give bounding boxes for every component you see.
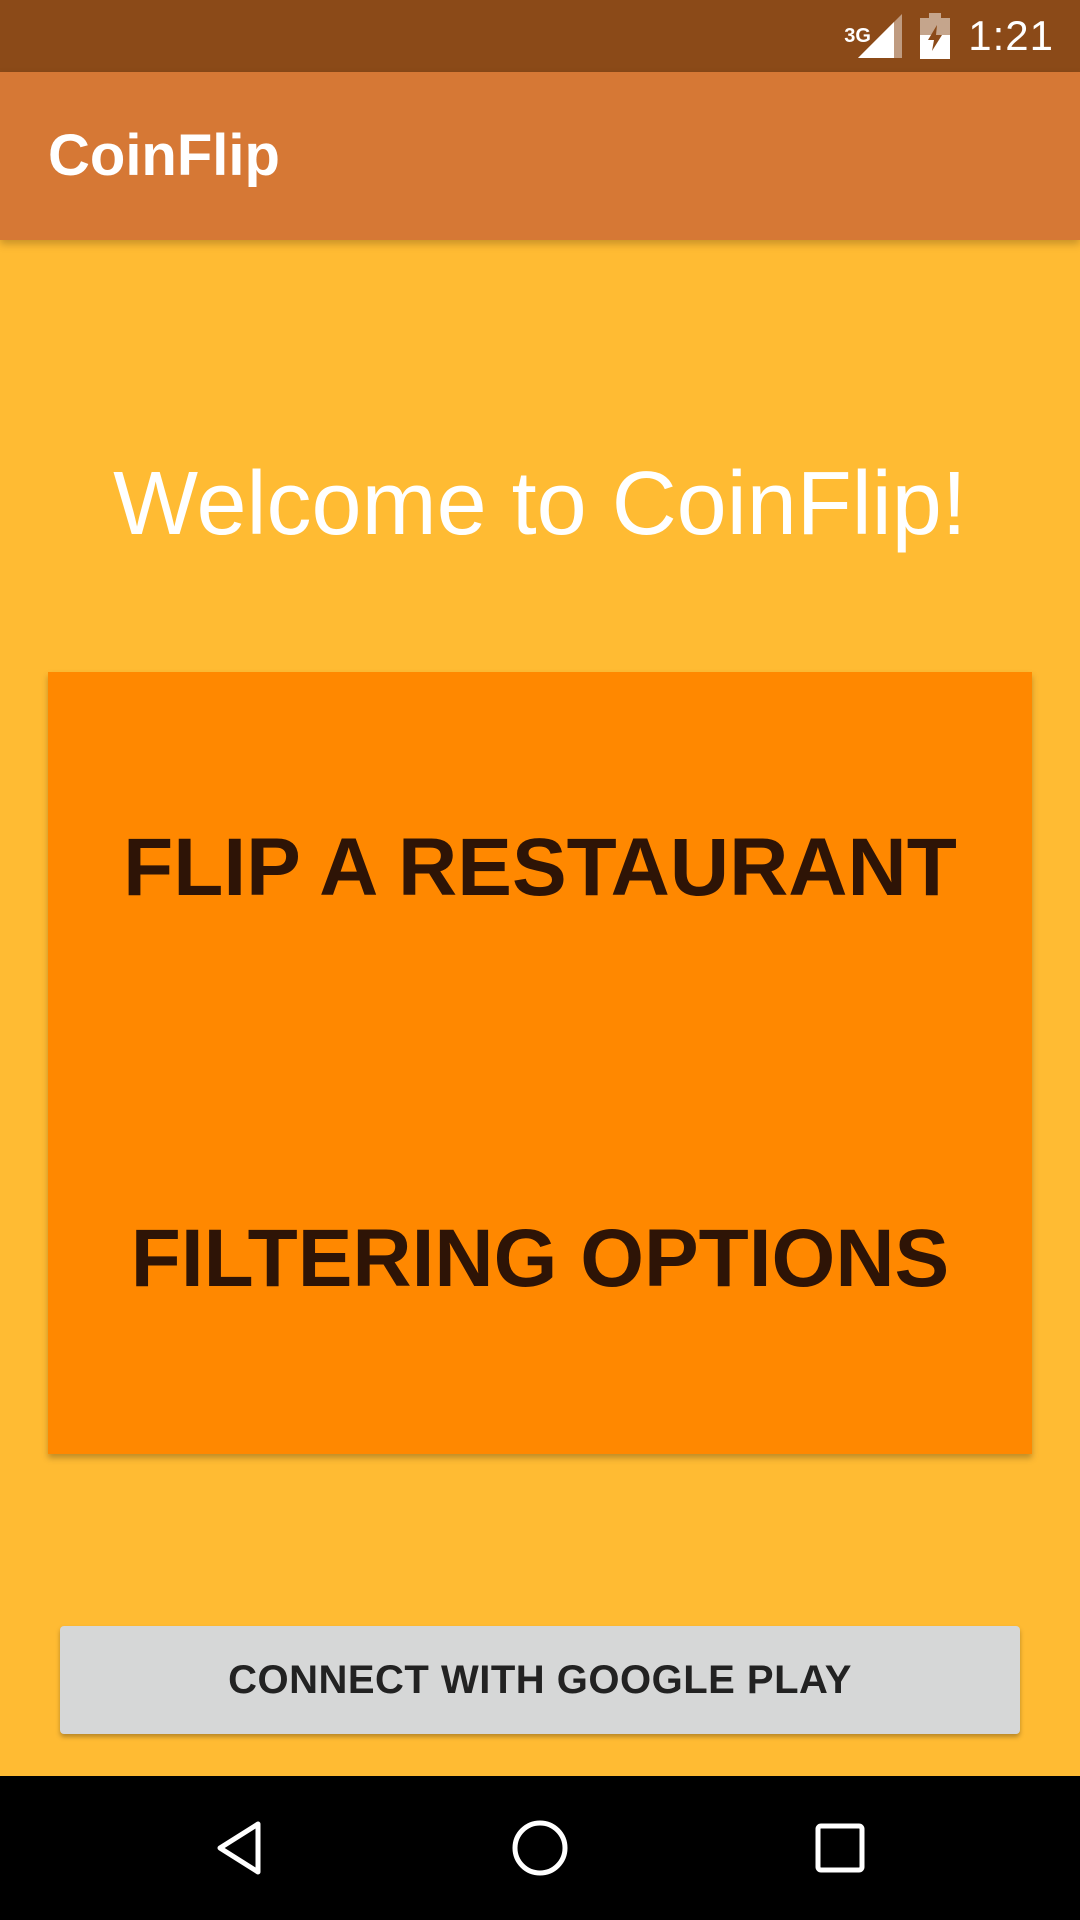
app-bar: CoinFlip: [0, 72, 1080, 240]
action-panel: FLIP A RESTAURANT FILTERING OPTIONS: [48, 672, 1032, 1454]
status-bar: 3G 1:21: [0, 0, 1080, 72]
signal-icon: [858, 14, 903, 58]
back-button[interactable]: [204, 1812, 276, 1884]
status-time: 1:21: [968, 12, 1054, 59]
flip-restaurant-button[interactable]: FLIP A RESTAURANT: [48, 672, 1032, 1063]
recents-icon: [815, 1823, 865, 1873]
welcome-heading: Welcome to CoinFlip!: [113, 454, 967, 554]
connect-google-play-button[interactable]: CONNECT WITH GOOGLE PLAY: [60, 1626, 1020, 1734]
recents-button[interactable]: [804, 1812, 876, 1884]
battery-charging-icon: [920, 13, 951, 59]
filtering-options-button[interactable]: FILTERING OPTIONS: [48, 1063, 1032, 1454]
home-icon: [512, 1820, 568, 1876]
signal-indicator: 3G: [844, 14, 903, 58]
app-title: CoinFlip: [48, 123, 280, 188]
home-button[interactable]: [504, 1812, 576, 1884]
back-icon: [217, 1821, 261, 1875]
status-icons: 3G 1:21: [844, 0, 1054, 72]
navigation-bar: [0, 1776, 1080, 1920]
